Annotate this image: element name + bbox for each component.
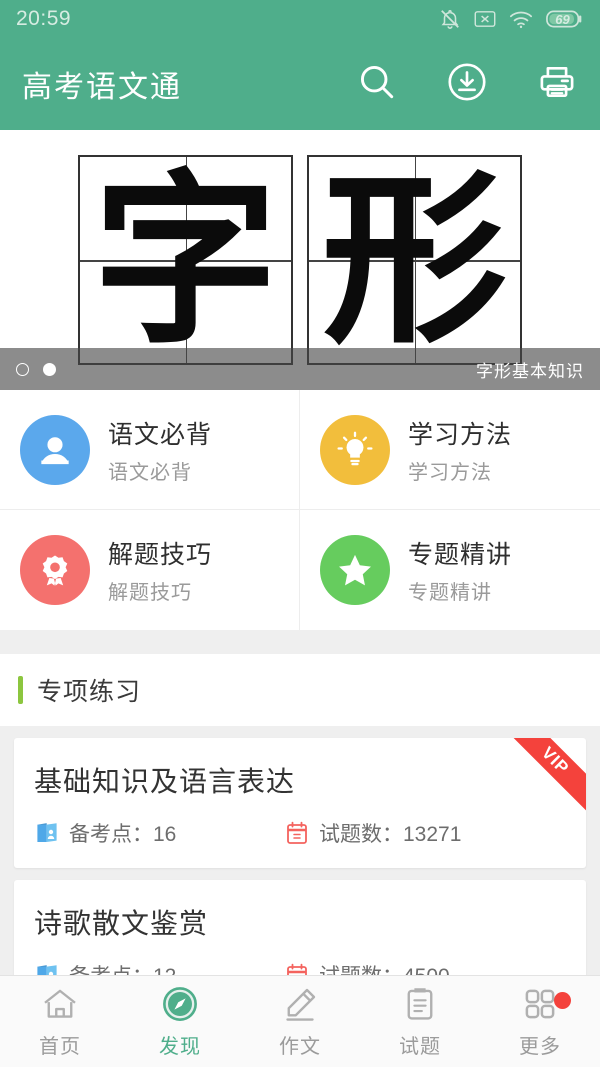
page-title: 高考语文通 (22, 71, 182, 104)
tab-label: 首页 (39, 1036, 81, 1058)
feature-text: 学习方法 学习方法 (408, 415, 512, 485)
book-icon (34, 820, 60, 846)
app-root: 20:59 69 高考语文通 字 形 字形基本知识 语文必背 语文必背 学习方法… (0, 0, 600, 1067)
feature-subtitle: 专题精讲 (408, 582, 492, 604)
medal-icon (20, 535, 90, 605)
student-avatar-icon (20, 414, 90, 485)
feature-text: 专题精讲 专题精讲 (408, 535, 512, 605)
card-title: 基础知识及语言表达 (34, 766, 296, 797)
card-title: 诗歌散文鉴赏 (34, 908, 209, 939)
compass-icon (160, 984, 200, 1024)
header-action-group (356, 61, 578, 108)
bell-muted-icon (439, 8, 461, 30)
tab-label: 发现 (159, 1036, 201, 1058)
tab-more[interactable]: 更多 (480, 976, 600, 1067)
carousel-dot-2[interactable] (43, 362, 56, 376)
bottom-tab-bar: 首页 发现 作文 试题 更多 (0, 975, 600, 1067)
banner-caption-bar: 字形基本知识 (0, 348, 600, 390)
feature-text: 解题技巧 解题技巧 (108, 535, 212, 605)
section-header-practice: 专项练习 (0, 654, 600, 726)
feature-title: 专题精讲 (408, 541, 513, 569)
battery-percent: 69 (555, 11, 570, 27)
document-icon (400, 984, 440, 1024)
home-icon (40, 984, 80, 1024)
print-icon[interactable] (536, 61, 578, 108)
star-icon (320, 535, 390, 605)
tab-discover[interactable]: 发现 (120, 976, 240, 1067)
tab-label: 试题 (399, 1036, 441, 1058)
feature-item-zhuantijingjiang[interactable]: 专题精讲 专题精讲 (300, 510, 600, 630)
section-accent-bar (18, 676, 23, 704)
status-bar: 20:59 69 (0, 0, 600, 38)
feature-subtitle: 学习方法 (408, 461, 492, 484)
feature-grid: 语文必背 语文必背 学习方法 学习方法 解题技巧 解题技巧 专题精讲 专题精讲 (0, 390, 600, 630)
carousel-dot-1[interactable] (16, 362, 29, 376)
feature-item-jietijiqiao[interactable]: 解题技巧 解题技巧 (0, 510, 300, 630)
section-spacer (0, 630, 600, 654)
practice-card-list: VIP 基础知识及语言表达 备考点：16 试题数：13271 诗歌散文鉴赏 (0, 738, 600, 1010)
sim-disabled-icon (474, 10, 496, 28)
status-time: 20:59 (16, 7, 72, 30)
tab-home[interactable]: 首页 (0, 976, 120, 1067)
card-points-meta: 备考点：16 (34, 818, 284, 848)
feature-title: 语文必背 (108, 420, 213, 449)
card-questions-meta: 试题数：13271 (284, 818, 461, 848)
glyph-char-1: 字 (93, 150, 278, 369)
app-header: 高考语文通 (0, 38, 600, 130)
section-title: 专项练习 (37, 678, 142, 706)
tab-label: 更多 (519, 1036, 561, 1058)
download-icon[interactable] (446, 61, 488, 108)
tab-composition[interactable]: 作文 (240, 976, 360, 1067)
card-points-label: 备考点：16 (69, 823, 177, 846)
feature-item-xuexifangfa[interactable]: 学习方法 学习方法 (300, 390, 600, 510)
wifi-icon (509, 10, 533, 29)
feature-text: 语文必背 语文必背 (108, 415, 212, 485)
feature-subtitle: 解题技巧 (108, 582, 192, 604)
glyph-cell: 形 (307, 155, 522, 365)
notification-badge (554, 992, 571, 1009)
clipboard-icon (284, 820, 310, 846)
glyph-cell: 字 (78, 155, 293, 365)
carousel-dots[interactable] (16, 362, 56, 376)
lightbulb-icon (320, 414, 390, 485)
tab-questions[interactable]: 试题 (360, 976, 480, 1067)
feature-title: 学习方法 (408, 420, 513, 449)
card-questions-label: 试题数：13271 (319, 823, 462, 846)
practice-card[interactable]: VIP 基础知识及语言表达 备考点：16 试题数：13271 (14, 738, 586, 868)
pencil-icon (280, 984, 320, 1024)
tab-label: 作文 (279, 1036, 321, 1058)
search-icon[interactable] (356, 61, 398, 108)
feature-title: 解题技巧 (108, 541, 213, 569)
banner-carousel[interactable]: 字 形 字形基本知识 (0, 130, 600, 390)
feature-subtitle: 语文必背 (108, 461, 192, 484)
battery-icon: 69 (546, 9, 584, 29)
feature-item-yuwenbibei[interactable]: 语文必背 语文必背 (0, 390, 300, 510)
glyph-char-2: 形 (322, 150, 507, 369)
status-icon-group: 69 (439, 8, 584, 30)
card-meta-row: 备考点：16 试题数：13271 (34, 818, 566, 848)
